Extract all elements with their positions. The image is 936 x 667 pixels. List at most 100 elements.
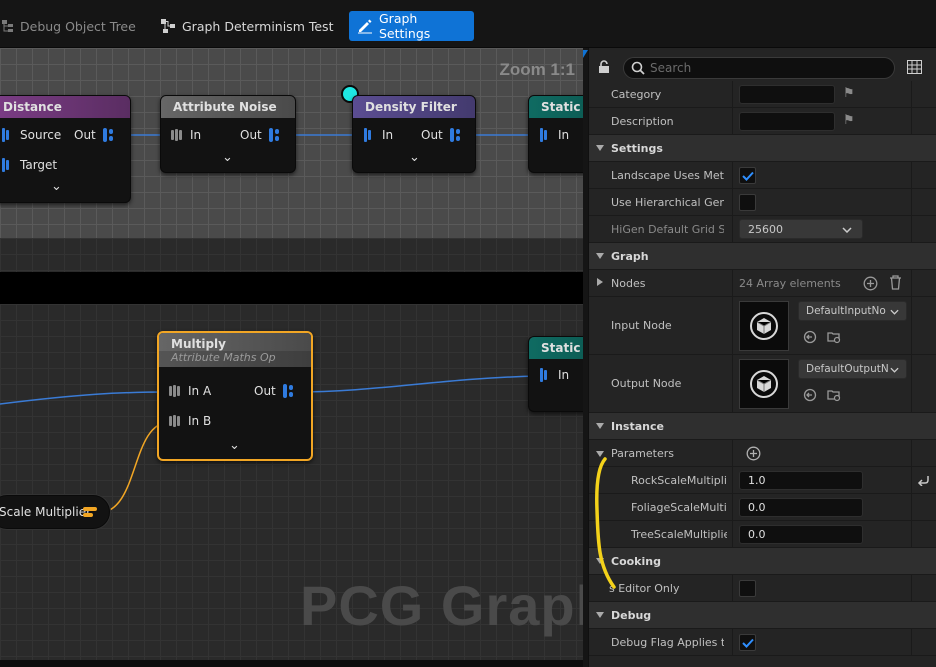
section-graph[interactable]: Graph [589, 243, 936, 270]
app-window: Debug Object Tree Graph Determinism Test… [0, 0, 936, 667]
property-output-node: Output Node DefaultOutputN [589, 355, 936, 413]
property-description: Description ⚑ [589, 108, 936, 135]
pin-icon [362, 127, 376, 143]
tree-scale-input[interactable]: 0.0 [739, 525, 863, 544]
collapse-arrow-icon [596, 423, 604, 429]
pencil-icon [357, 18, 373, 34]
lock-icon[interactable] [597, 60, 611, 77]
add-element-icon[interactable] [863, 276, 878, 294]
trash-icon[interactable] [889, 275, 902, 293]
pin-out[interactable]: Out [74, 127, 116, 143]
property-foliage-scale-multiplier: FoliageScaleMultif 0.0 [589, 494, 936, 521]
category-field[interactable] [739, 85, 835, 104]
pin-out-icon[interactable] [83, 506, 99, 521]
graph-canvas[interactable]: Zoom 1:1 PCG Graph Distance Source Targe… [0, 48, 583, 667]
section-instance[interactable]: Instance [589, 413, 936, 440]
property-label: FoliageScaleMultif [631, 500, 727, 514]
expand-chevron-icon[interactable]: ⌄ [51, 179, 62, 194]
pin-out[interactable]: Out [421, 127, 463, 143]
pin-icon [0, 127, 14, 143]
pin-icon [449, 127, 463, 143]
property-use-hierarchical-generation: Use Hierarchical Gen… [589, 189, 936, 216]
higen-grid-dropdown[interactable]: 25600 [739, 219, 863, 239]
property-label: HiGen Default Grid Si… [611, 222, 724, 236]
array-count: 24 Array elements [739, 277, 841, 290]
pin-in[interactable]: In [170, 127, 201, 143]
property-label: Category [611, 87, 662, 101]
property-label: Use Hierarchical Gen… [611, 195, 724, 209]
pin-target[interactable]: Target [0, 157, 57, 173]
property-is-editor-only: s Editor Only [589, 575, 936, 602]
search-row: Search [589, 55, 936, 81]
node-distance[interactable]: Distance [0, 95, 131, 203]
browse-folder-icon[interactable] [827, 388, 841, 405]
flag-icon[interactable]: ⚑ [843, 113, 855, 128]
table-view-icon[interactable] [907, 60, 922, 77]
collapse-arrow-icon [596, 145, 604, 151]
section-title: Instance [611, 419, 664, 433]
pin-in-a[interactable]: In A [168, 383, 211, 399]
pin-icon [538, 127, 552, 143]
collapse-arrow-icon [596, 612, 604, 618]
landscape-checkbox[interactable] [739, 167, 756, 184]
hierarchical-checkbox[interactable] [739, 194, 756, 211]
expand-chevron-icon[interactable]: ⌄ [409, 150, 420, 165]
tab-graph-determinism-test[interactable]: Graph Determinism Test [152, 10, 341, 42]
pin-in[interactable]: In [538, 367, 569, 383]
use-selected-icon[interactable] [803, 388, 817, 405]
property-category: Category ⚑ [589, 81, 936, 108]
property-label: Parameters [611, 446, 674, 460]
input-node-thumbnail[interactable] [739, 301, 789, 351]
add-parameter-icon[interactable] [746, 446, 761, 464]
reset-to-default-icon[interactable] [917, 474, 930, 489]
input-node-dropdown[interactable]: DefaultInputNo [798, 301, 907, 321]
tab-bar: Debug Object Tree Graph Determinism Test… [0, 0, 936, 48]
asset-actions [803, 388, 841, 405]
pin-in[interactable]: In [362, 127, 393, 143]
property-higen-default-grid-size: HiGen Default Grid Si… 25600 [589, 216, 936, 243]
property-parameters: Parameters [589, 440, 936, 467]
tab-graph-settings[interactable]: Graph Settings [349, 11, 474, 41]
check-icon [741, 638, 754, 648]
property-landscape-uses-metadata: Landscape Uses Met… [589, 162, 936, 189]
description-field[interactable] [739, 112, 835, 131]
editor-only-checkbox[interactable] [739, 580, 756, 597]
pin-icon [282, 383, 296, 399]
expand-arrow-icon[interactable] [597, 278, 603, 286]
property-label: Debug Flag Applies t… [611, 635, 724, 649]
node-title: Static M [529, 337, 583, 359]
pin-in[interactable]: In [538, 127, 569, 143]
pin-out[interactable]: Out [254, 383, 296, 399]
tab-debug-object-tree[interactable]: Debug Object Tree [0, 10, 144, 42]
section-settings[interactable]: Settings [589, 135, 936, 162]
pin-icon [102, 127, 116, 143]
section-cooking[interactable]: Cooking [589, 548, 936, 575]
property-label: Input Node [611, 319, 672, 332]
browse-folder-icon[interactable] [827, 330, 841, 347]
pin-out[interactable]: Out [240, 127, 282, 143]
graph-nodes-icon [160, 18, 176, 34]
pin-icon [170, 127, 184, 143]
pin-icon [268, 127, 282, 143]
pin-in-b[interactable]: In B [168, 413, 211, 429]
expand-chevron-icon[interactable]: ⌄ [222, 150, 233, 165]
node-title: Static M [529, 96, 583, 118]
node-scale-multiplier[interactable]: Scale Multiplier [0, 495, 110, 529]
section-debug[interactable]: Debug [589, 602, 936, 629]
search-input[interactable]: Search [623, 57, 895, 79]
foliage-scale-input[interactable]: 0.0 [739, 498, 863, 517]
debug-flag-checkbox[interactable] [739, 634, 756, 651]
flag-icon[interactable]: ⚑ [843, 86, 855, 101]
expand-chevron-icon[interactable]: ⌄ [229, 438, 240, 453]
output-node-thumbnail[interactable] [739, 359, 789, 409]
property-label: Description [611, 114, 674, 128]
pin-icon [538, 367, 552, 383]
use-selected-icon[interactable] [803, 330, 817, 347]
output-node-dropdown[interactable]: DefaultOutputN [798, 359, 907, 379]
pin-source[interactable]: Source [0, 127, 61, 143]
status-strip [0, 660, 583, 667]
rock-scale-input[interactable]: 1.0 [739, 471, 863, 490]
property-label: Nodes [611, 276, 646, 290]
section-title: Debug [611, 608, 652, 622]
node-label: Scale Multiplier [0, 505, 92, 519]
